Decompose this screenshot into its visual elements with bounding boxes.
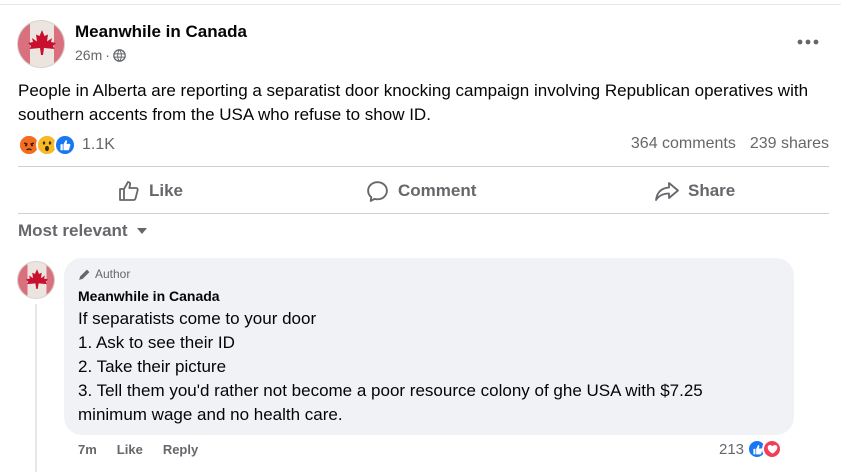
page-name[interactable]: Meanwhile in Canada [75, 22, 247, 42]
author-badge: Author [78, 267, 130, 281]
love-icon [762, 439, 783, 459]
share-icon [655, 182, 679, 201]
thread-line [35, 304, 37, 472]
post-text: People in Alberta are reporting a separa… [18, 81, 809, 124]
maple-leaf-icon [18, 21, 64, 67]
caret-down-icon [136, 228, 147, 234]
comment-reply-button[interactable]: Reply [163, 442, 198, 457]
like-icon [54, 134, 76, 156]
divider-top [18, 166, 829, 167]
like-button[interactable]: Like [117, 175, 183, 207]
comment-reaction-count: 213 [719, 440, 745, 458]
comments-count[interactable]: 364 comments [631, 135, 736, 153]
more-options-button[interactable] [795, 30, 821, 54]
comment-sort-dropdown[interactable]: Most relevant [18, 221, 148, 241]
comment-line: If separatists come to your door [78, 309, 317, 328]
comment-button[interactable]: Comment [365, 175, 476, 207]
comment-reactions[interactable]: 213 [719, 439, 783, 459]
like-label: Like [149, 181, 184, 200]
maple-leaf-icon [18, 262, 54, 298]
author-badge-label: Author [95, 267, 131, 281]
comment-time[interactable]: 7m [78, 442, 97, 457]
post-card: Meanwhile in Canada 26m · People in Albe… [0, 0, 841, 472]
comment-actions: 7m Like Reply [78, 442, 198, 457]
meta-separator: · [105, 47, 110, 63]
sort-label: Most relevant [18, 221, 128, 240]
comment-line: 1. Ask to see their ID [78, 333, 235, 352]
post-time[interactable]: 26m [75, 47, 102, 63]
comment-line: 3. Tell them you'd rather not become a p… [78, 381, 703, 400]
top-border [0, 4, 841, 5]
globe-icon [113, 48, 126, 62]
reactions-summary[interactable]: 1.1K [18, 133, 115, 157]
commenter-avatar[interactable] [17, 261, 55, 299]
comment-label: Comment [398, 181, 477, 200]
reaction-count[interactable]: 1.1K [82, 136, 115, 154]
share-label: Share [688, 181, 736, 200]
post-stats: 364 comments 239 shares [631, 135, 829, 153]
more-dots-icon [797, 39, 819, 45]
comment-like-button[interactable]: Like [117, 442, 143, 457]
comment-line: 2. Take their picture [78, 357, 227, 376]
page-avatar[interactable] [17, 20, 65, 68]
share-button[interactable]: Share [654, 175, 735, 207]
thumbs-up-icon [119, 181, 139, 201]
post-meta: 26m · [75, 47, 126, 63]
shares-count[interactable]: 239 shares [750, 135, 829, 153]
comment-text: If separatists come to your door 1. Ask … [78, 307, 778, 427]
comment-icon [367, 180, 388, 202]
comment-author-name[interactable]: Meanwhile in Canada [78, 288, 220, 304]
divider-bottom [18, 213, 829, 214]
comment-line: minimum wage and no health care. [78, 405, 343, 424]
pencil-icon [79, 269, 90, 280]
